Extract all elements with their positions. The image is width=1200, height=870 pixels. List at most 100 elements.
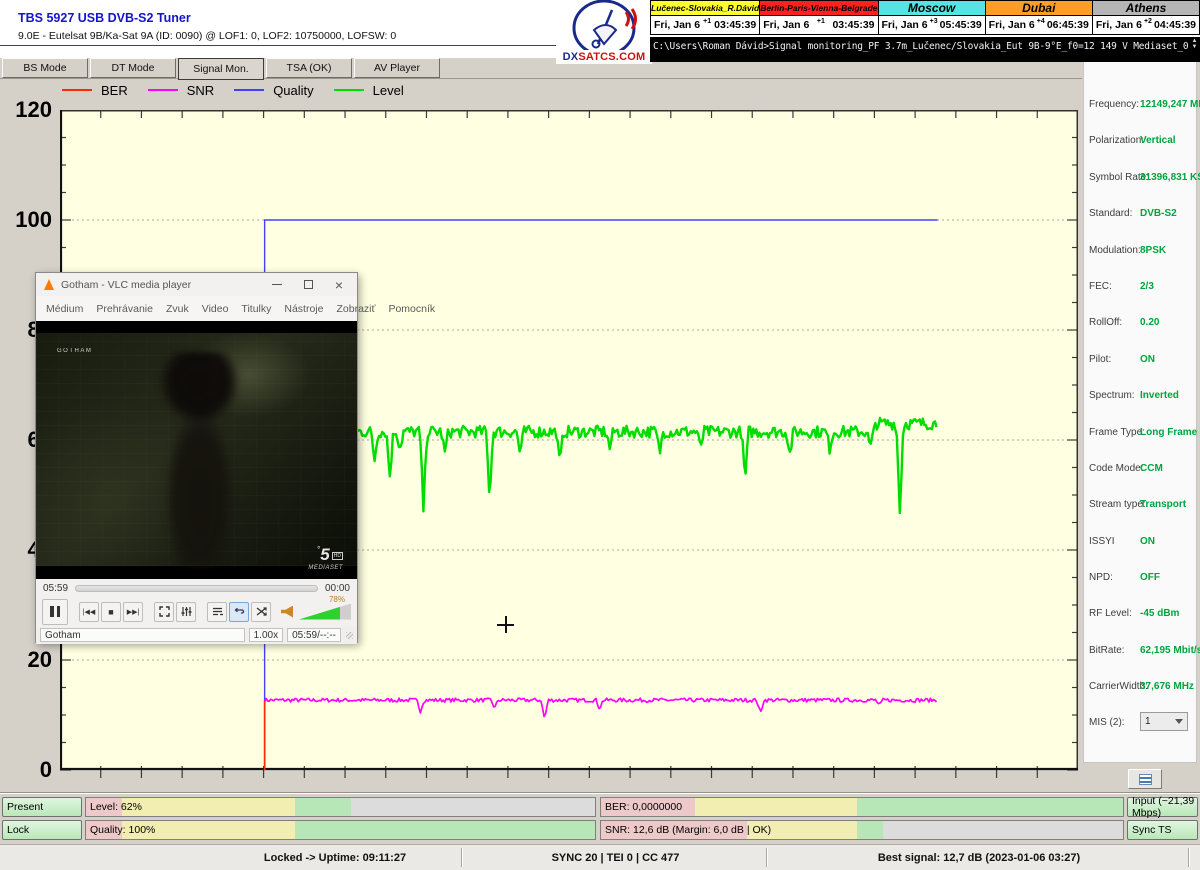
resize-grip[interactable] — [346, 632, 353, 639]
terminal-prompt[interactable]: C:\Users\Roman Dávid>Signal monitoring_P… — [650, 37, 1189, 62]
transponder-row-value: 37,676 MHz — [1140, 681, 1194, 692]
vlc-menu-video[interactable]: Video — [202, 303, 229, 315]
legend-line-swatch — [234, 89, 264, 91]
vlc-menu-zobrazi-[interactable]: Zobraziť — [336, 303, 375, 315]
clock-time: Fri, Jan 6+103:45:39 — [760, 16, 877, 34]
transponder-row-value: Inverted — [1140, 390, 1179, 401]
previous-button[interactable]: |◀◀ — [79, 602, 99, 622]
maximize-button[interactable] — [304, 280, 313, 289]
transponder-row-label: BitRate: — [1089, 645, 1125, 656]
vlc-menu-zvuk[interactable]: Zvuk — [166, 303, 189, 315]
transponder-row-value: OFF — [1140, 572, 1160, 583]
terminal-scrollbar[interactable]: ▲ ▼ — [1189, 37, 1200, 62]
transponder-row-label: Stream type: — [1089, 499, 1146, 510]
vlc-menu-titulky[interactable]: Titulky — [241, 303, 271, 315]
transponder-row-value: 62,195 Mbit/s — [1140, 645, 1200, 656]
transponder-row-label: NPD: — [1089, 572, 1113, 583]
video-overlay-title: GOTHAM — [57, 348, 92, 354]
volume-percent: 78% — [329, 595, 345, 604]
transponder-row-value: 31396,831 KS/s — [1140, 172, 1200, 183]
tab-signal-mon-[interactable]: Signal Mon. — [178, 58, 264, 80]
transponder-row: Stream type:Transport — [1084, 489, 1196, 525]
seek-slider[interactable] — [75, 585, 318, 592]
transponder-row: Frame Type:Long Frame — [1084, 417, 1196, 453]
transponder-row: RollOff:0.20 — [1084, 307, 1196, 343]
world-clock: AthensFri, Jan 6+204:45:39 — [1093, 0, 1200, 35]
terminal-window[interactable]: C:\Users\Roman Dávid>Signal monitoring_P… — [650, 37, 1200, 62]
input-badge: Input (~21,39 Mbps) — [1127, 797, 1198, 817]
sync-ts-badge: Sync TS — [1127, 820, 1198, 840]
meter-zone — [857, 798, 1123, 816]
tab-bs-mode[interactable]: BS Mode — [2, 58, 88, 78]
speed-field[interactable]: 1.00x — [249, 628, 283, 642]
fullscreen-button[interactable] — [154, 602, 174, 622]
video-frame — [36, 333, 357, 566]
transponder-rows: Frequency:12149,247 MHzPolarization:Vert… — [1084, 89, 1196, 708]
loop-button[interactable] — [229, 602, 249, 622]
video-figure — [142, 352, 258, 566]
legend-item: Quality — [234, 83, 313, 98]
vlc-menu-pomocn-k[interactable]: Pomocník — [388, 303, 435, 315]
transponder-row: FEC:2/3 — [1084, 271, 1196, 307]
stop-button[interactable]: ■ — [101, 602, 121, 622]
shuffle-icon — [256, 606, 267, 617]
mis-select[interactable]: 1 — [1140, 712, 1188, 731]
playlist-button[interactable] — [207, 602, 227, 622]
time-display-field[interactable]: 05:59/--:-- — [287, 628, 341, 642]
fullscreen-icon — [159, 606, 170, 617]
meter-zone — [122, 798, 295, 816]
satellite-dish-icon — [556, 0, 652, 50]
meter-label: Level: 62% — [90, 798, 142, 816]
status-divider — [766, 848, 768, 867]
transponder-row-label: Code Mode: — [1089, 463, 1143, 474]
transponder-row: ISSYION — [1084, 526, 1196, 562]
clock-time: Fri, Jan 6+406:45:39 — [986, 16, 1092, 34]
transponder-row-label: Frame Type: — [1089, 427, 1145, 438]
transponder-row-label: RollOff: — [1089, 317, 1122, 328]
legend-line-swatch — [62, 89, 92, 91]
chart-legend: BERSNRQualityLevel — [62, 80, 404, 100]
shuffle-button[interactable] — [251, 602, 271, 622]
tab-tsa-ok-[interactable]: TSA (OK) — [266, 58, 352, 78]
transponder-row-value: Transport — [1140, 499, 1186, 510]
transponder-row: Modulation:8PSK — [1084, 235, 1196, 271]
transponder-row-value: ON — [1140, 536, 1155, 547]
sync-status: SYNC 20 | TEI 0 | CC 477 — [463, 845, 768, 870]
transponder-row-label: Pilot: — [1089, 354, 1111, 365]
legend-label: BER — [101, 83, 128, 98]
now-playing-field[interactable]: Gotham — [40, 628, 245, 642]
vlc-titlebar[interactable]: Gotham - VLC media player × — [36, 273, 357, 296]
meter-zone — [295, 798, 351, 816]
transponder-row: NPD: OFF — [1084, 562, 1196, 598]
transponder-row: CarrierWidth:37,676 MHz — [1084, 671, 1196, 707]
minimize-button[interactable] — [272, 284, 282, 285]
time-elapsed: 05:59 — [43, 583, 68, 594]
clock-city-label: Dubai — [986, 1, 1092, 16]
volume-slider[interactable]: 78% — [299, 604, 351, 620]
transponder-row-value: ON — [1140, 354, 1155, 365]
y-axis-tick-label: 20 — [4, 649, 52, 671]
pause-button[interactable] — [42, 599, 68, 625]
transponder-list-button[interactable] — [1128, 769, 1162, 789]
tab-av-player[interactable]: AV Player — [354, 58, 440, 78]
transponder-row-value: 8PSK — [1140, 245, 1166, 256]
vlc-menu-prehr-vanie[interactable]: Prehrávanie — [96, 303, 153, 315]
y-axis-tick-label: 100 — [4, 209, 52, 231]
adjustments-button[interactable] — [176, 602, 196, 622]
vlc-window[interactable]: Gotham - VLC media player × Médium Prehrá… — [35, 272, 358, 643]
next-button[interactable]: ▶▶| — [123, 602, 143, 622]
level-meter: Level: 62% — [85, 797, 596, 817]
vlc-video-area[interactable]: GOTHAM °5HD MEDIASET — [36, 321, 357, 579]
volume-icon[interactable] — [281, 606, 293, 618]
close-button[interactable]: × — [335, 280, 343, 290]
scroll-down-icon[interactable]: ▼ — [1192, 44, 1198, 50]
legend-label: Quality — [273, 83, 313, 98]
vlc-menu-n-stroje[interactable]: Nástroje — [284, 303, 323, 315]
tab-dt-mode[interactable]: DT Mode — [90, 58, 176, 78]
transponder-row: Spectrum:Inverted — [1084, 380, 1196, 416]
vlc-menubar: Médium Prehrávanie Zvuk Video Titulky Nástroj… — [36, 296, 357, 321]
transponder-row-value: 12149,247 MHz — [1140, 99, 1200, 110]
vlc-menu-m-dium[interactable]: Médium — [46, 303, 83, 315]
channel-bug: °5HD MEDIASET — [308, 545, 343, 571]
world-clock: MoscowFri, Jan 6+305:45:39 — [879, 0, 986, 35]
